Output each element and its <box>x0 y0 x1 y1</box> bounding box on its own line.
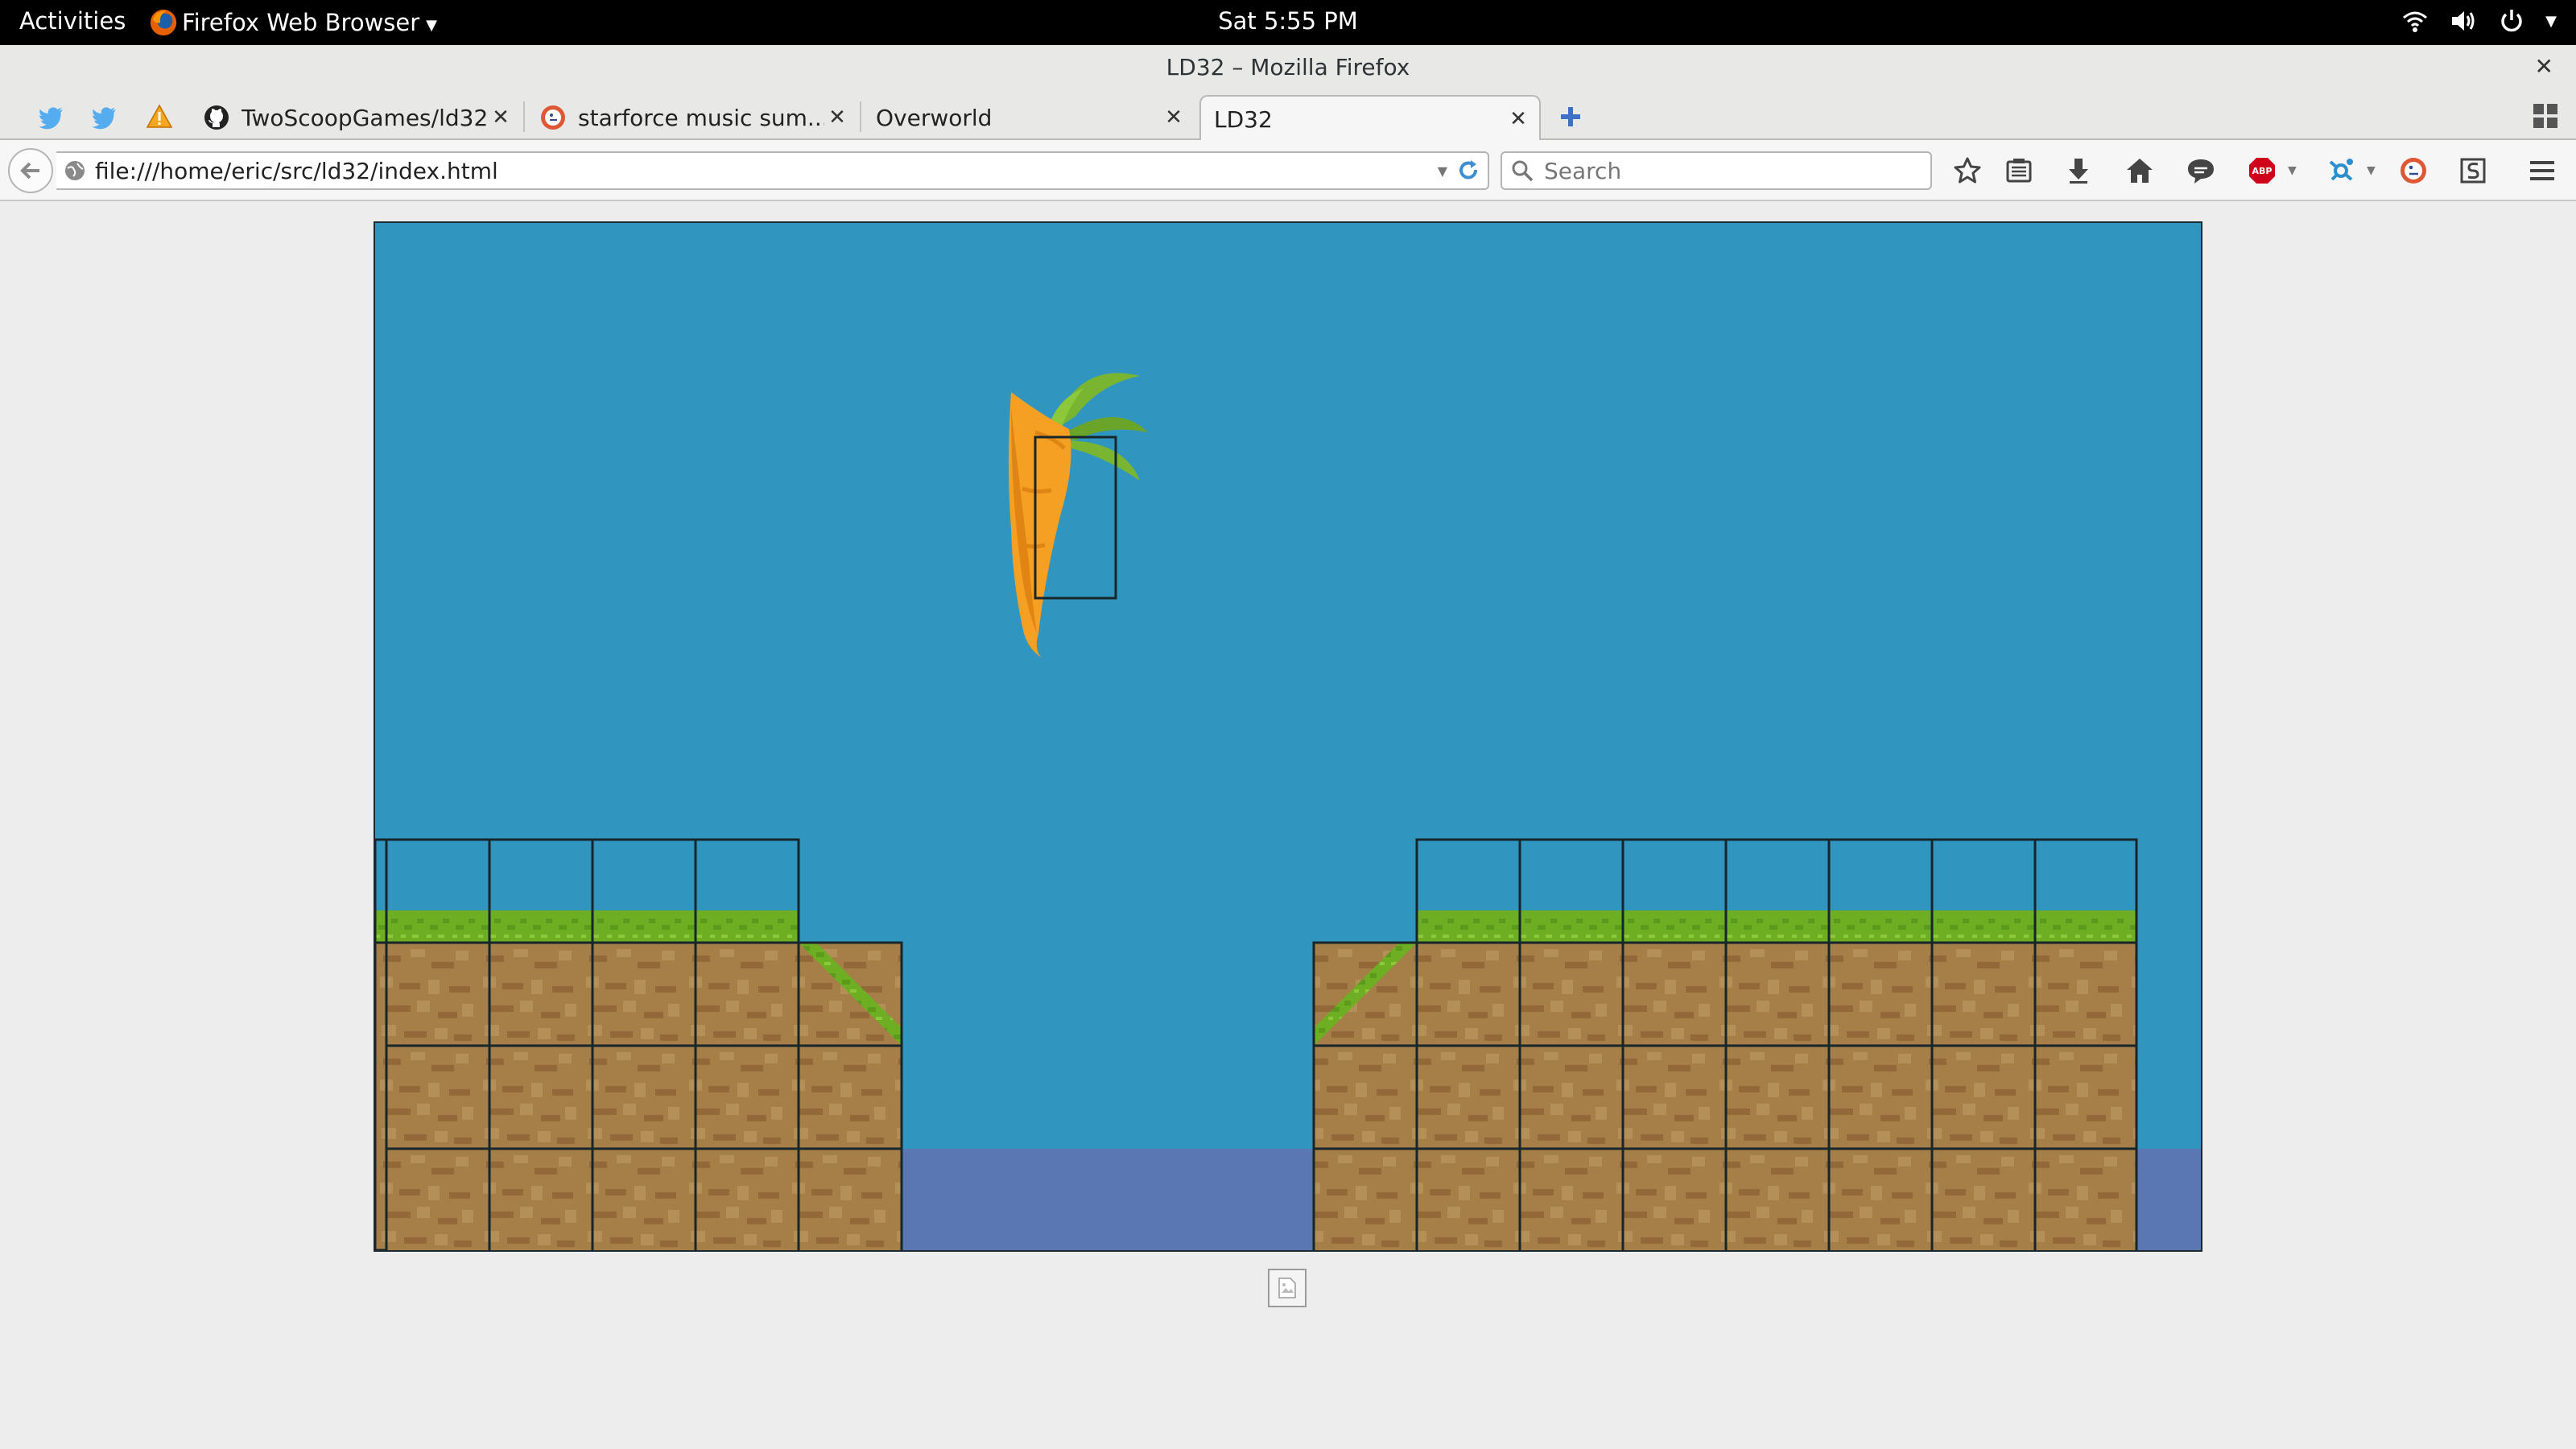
url-text[interactable]: file:///home/eric/src/ld32/index.html <box>95 158 1438 184</box>
adblock-icon: ABP <box>2249 158 2275 184</box>
duckduckgo-icon <box>541 105 565 130</box>
close-tab-icon[interactable]: ✕ <box>1161 105 1187 130</box>
page-content <box>0 201 2576 1449</box>
broken-image-icon <box>1278 1278 1296 1298</box>
back-button[interactable] <box>8 148 53 193</box>
close-tab-icon[interactable]: ✕ <box>1505 107 1531 131</box>
bookmarks-menu-button[interactable] <box>2003 155 2035 187</box>
tab-overworld[interactable]: Overworld ✕ <box>863 95 1195 140</box>
duckduckgo-button[interactable] <box>2397 155 2429 187</box>
screenshot-icon <box>2460 158 2486 184</box>
bookmark-star-button[interactable] <box>1951 155 1984 187</box>
tab-label: TwoScoopGames/ld32 <box>242 104 488 131</box>
system-menu[interactable]: ▼ <box>2401 6 2557 35</box>
chat-icon <box>2188 159 2214 184</box>
pinned-tab-twitter[interactable] <box>82 98 127 135</box>
home-button[interactable] <box>2124 155 2156 187</box>
power-icon <box>2501 10 2522 32</box>
adblock-label: ABP <box>2252 166 2273 176</box>
menu-icon <box>2530 161 2554 180</box>
activities-button[interactable]: Activities <box>19 7 126 35</box>
addon-icon <box>2329 159 2353 181</box>
globe-icon <box>65 161 85 180</box>
chevron-down-icon: ▼ <box>426 16 437 34</box>
adblock-button[interactable]: ABP <box>2246 155 2278 187</box>
navigation-toolbar: file:///home/eric/src/ld32/index.html ▼ <box>0 140 2576 201</box>
github-icon <box>204 105 229 130</box>
close-tab-icon[interactable]: ✕ <box>824 105 850 130</box>
search-input[interactable] <box>1542 156 1913 185</box>
firefox-icon <box>150 9 177 36</box>
wifi-icon <box>2403 11 2428 32</box>
search-icon <box>1512 160 1534 182</box>
tab-label: Overworld <box>876 104 993 131</box>
duckduckgo-icon <box>2401 158 2426 184</box>
new-tab-icon[interactable] <box>1555 101 1586 132</box>
game-scene <box>375 223 2201 1250</box>
tab-strip: TwoScoopGames/ld32 ✕ starforce music sum… <box>0 90 2576 142</box>
chat-button[interactable] <box>2185 155 2217 187</box>
warning-icon <box>146 104 173 128</box>
game-canvas[interactable] <box>374 221 2202 1252</box>
chevron-down-icon: ▼ <box>2545 12 2557 30</box>
addon-button[interactable] <box>2325 155 2357 187</box>
tab-label: LD32 <box>1214 105 1273 133</box>
download-icon <box>2069 159 2088 184</box>
tab-ld32[interactable]: LD32 ✕ <box>1199 95 1541 142</box>
adblock-dropdown-icon[interactable]: ▼ <box>2288 164 2297 177</box>
open-menu-button[interactable] <box>2526 155 2558 187</box>
downloads-button[interactable] <box>2062 155 2095 187</box>
app-menu[interactable]: Firefox Web Browser ▼ <box>148 7 437 38</box>
back-arrow-icon <box>20 162 39 180</box>
bookmark-star-icon <box>1954 157 1981 184</box>
window-close-icon[interactable]: ✕ <box>2535 53 2553 80</box>
reload-icon[interactable] <box>1455 158 1481 184</box>
pinned-tab-warning[interactable] <box>137 98 182 135</box>
search-bar[interactable] <box>1501 151 1932 190</box>
broken-image-placeholder <box>1268 1269 1307 1307</box>
history-dropdown-icon[interactable]: ▼ <box>1438 163 1447 179</box>
window-titlebar: LD32 – Mozilla Firefox ✕ <box>0 45 2576 90</box>
tab-label: starforce music sum... <box>578 104 824 131</box>
pinned-tab-twitter[interactable] <box>29 98 74 135</box>
twitter-icon <box>92 107 116 130</box>
screenshot-button[interactable] <box>2457 155 2489 187</box>
twitter-icon <box>39 107 63 130</box>
url-bar[interactable]: file:///home/eric/src/ld32/index.html ▼ <box>56 151 1489 190</box>
gnome-top-bar: Activities Firefox Web Browser ▼ Sat 5:5… <box>0 0 2576 45</box>
volume-icon <box>2452 11 2475 31</box>
tab-twoscoopgames[interactable]: TwoScoopGames/ld32 ✕ <box>190 95 522 140</box>
tab-starforce-music[interactable]: starforce music sum... ✕ <box>526 95 858 140</box>
tab-groups-icon[interactable] <box>2531 101 2560 130</box>
window-title: LD32 – Mozilla Firefox <box>1166 54 1410 80</box>
home-icon <box>2127 159 2153 183</box>
clock[interactable]: Sat 5:55 PM <box>1218 7 1358 35</box>
reading-list-icon <box>2006 159 2032 183</box>
addon-dropdown-icon[interactable]: ▼ <box>2367 164 2376 177</box>
app-menu-label: Firefox Web Browser <box>182 9 420 36</box>
close-tab-icon[interactable]: ✕ <box>488 105 514 130</box>
